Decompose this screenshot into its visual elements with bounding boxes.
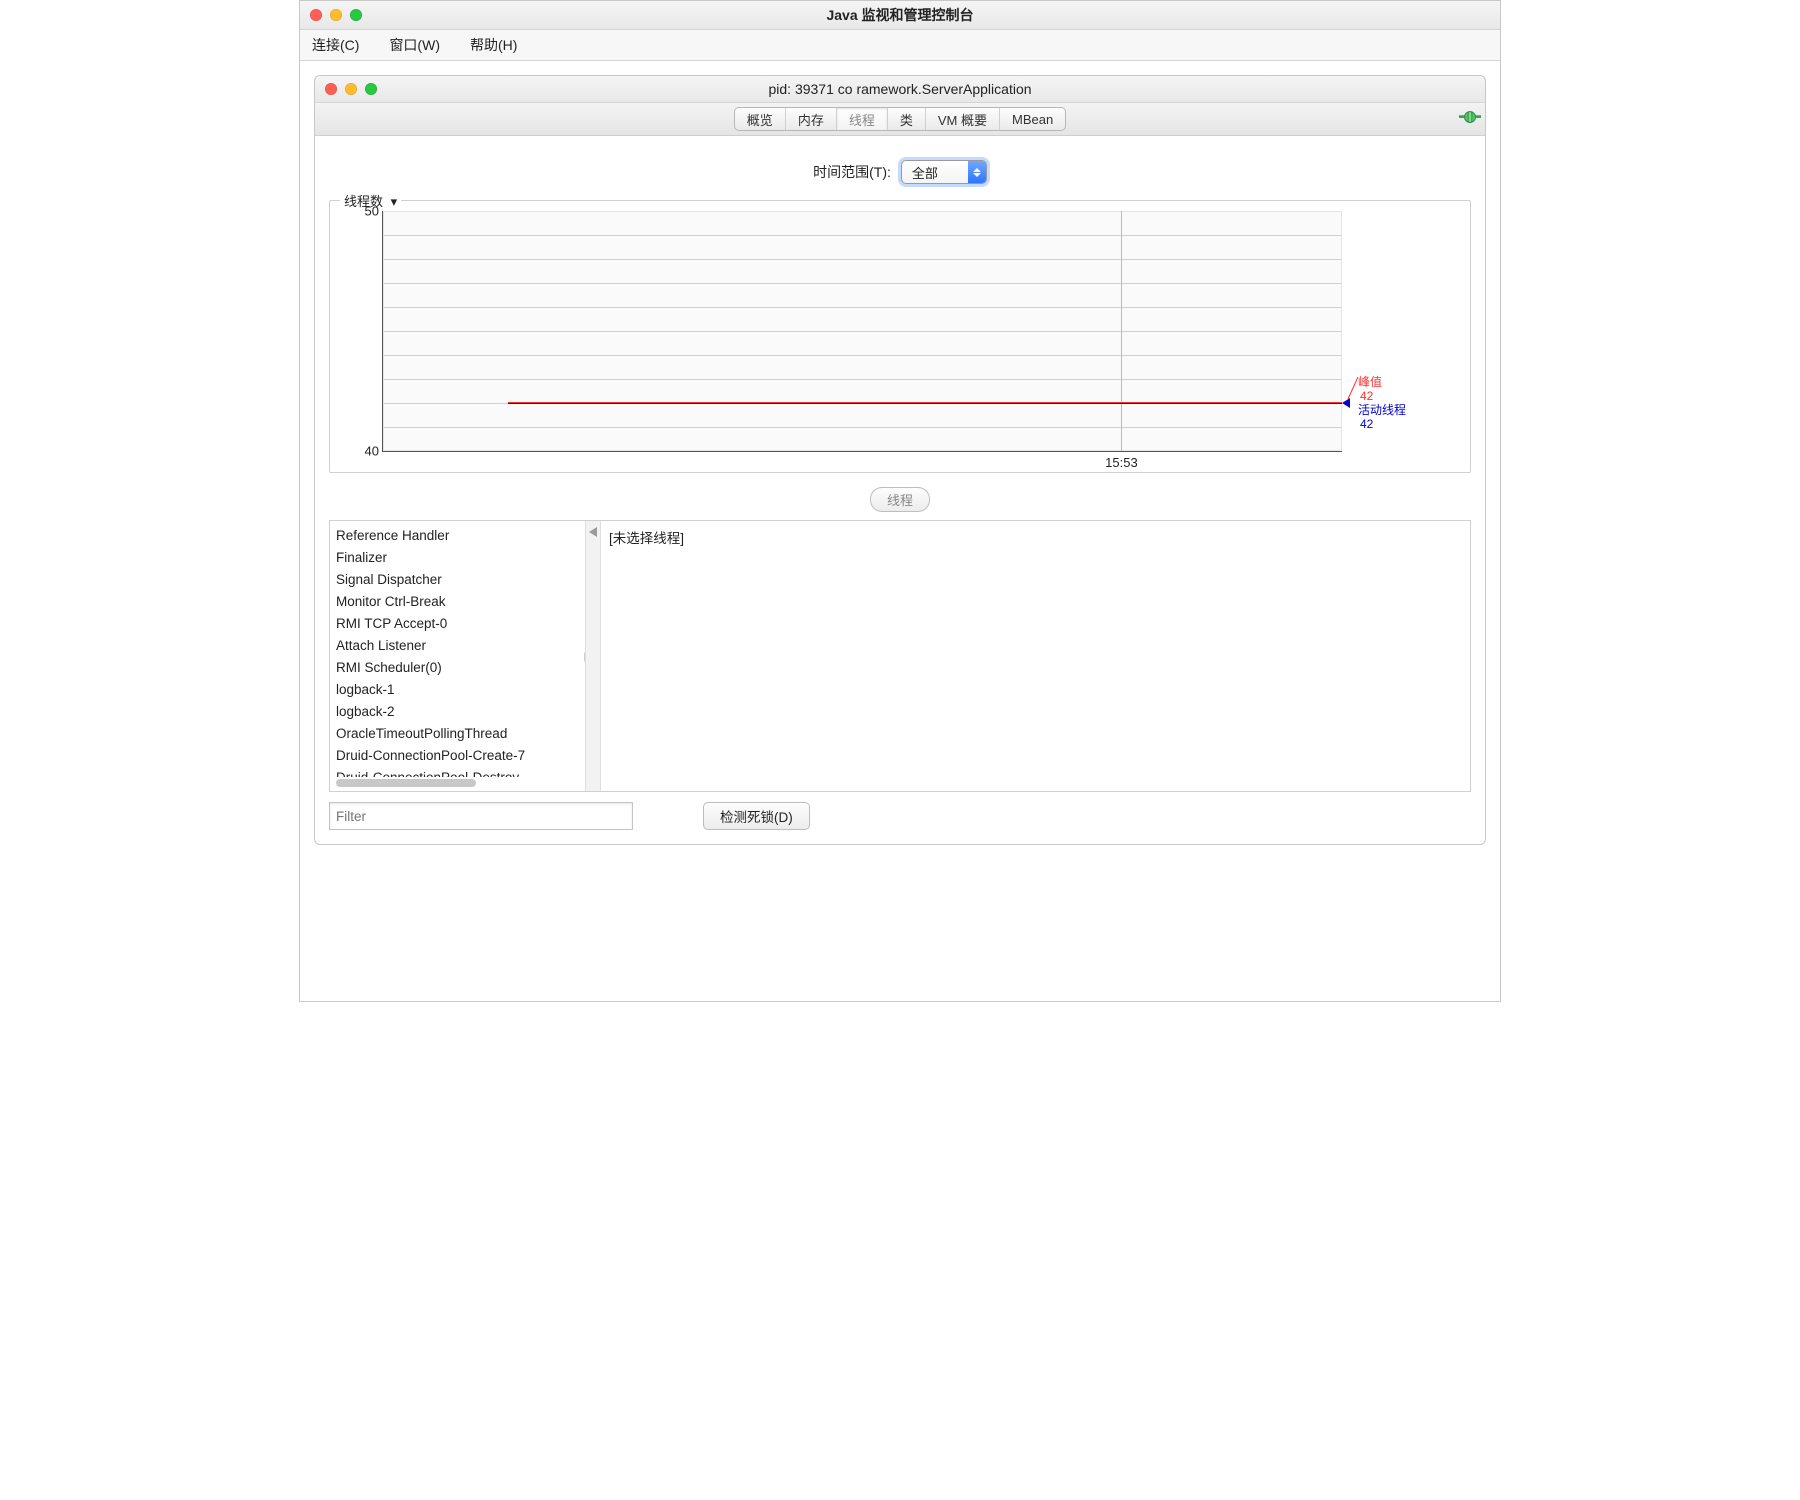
list-item[interactable]: OracleTimeoutPollingThread <box>336 723 579 745</box>
list-item[interactable]: Finalizer <box>336 547 579 569</box>
list-item[interactable]: RMI Scheduler(0) <box>336 657 579 679</box>
menu-window[interactable]: 窗口(W) <box>383 31 446 59</box>
tab-overview[interactable]: 概览 <box>735 108 785 130</box>
threads-list-pane: Reference HandlerFinalizerSignal Dispatc… <box>330 521 586 791</box>
list-item[interactable]: Reference Handler <box>336 525 579 547</box>
list-item[interactable]: RMI TCP Accept-0 <box>336 613 579 635</box>
x-axis-tick: 15:53 <box>1105 455 1138 470</box>
tab-vmsummary[interactable]: VM 概要 <box>925 108 999 130</box>
list-item[interactable]: Attach Listener <box>336 635 579 657</box>
menu-help[interactable]: 帮助(H) <box>464 31 523 59</box>
list-item[interactable]: Druid-ConnectionPool-Destroy- <box>336 767 579 777</box>
time-range-row: 时间范围(T): 全部 <box>329 152 1471 192</box>
filter-input[interactable] <box>329 802 633 830</box>
threads-list[interactable]: Reference HandlerFinalizerSignal Dispatc… <box>330 521 585 777</box>
connection-status-icon <box>1459 109 1481 127</box>
threads-section-label: 线程 <box>870 487 930 512</box>
tab-mbean[interactable]: MBean <box>999 108 1065 130</box>
tab-classes[interactable]: 类 <box>887 108 925 130</box>
thread-detail-pane: [未选择线程] <box>601 521 1470 791</box>
tab-memory[interactable]: 内存 <box>785 108 836 130</box>
split-handle[interactable] <box>586 521 601 791</box>
tabbar: 概览 内存 线程 类 VM 概要 MBean <box>315 103 1485 136</box>
tab-threads[interactable]: 线程 <box>836 108 887 130</box>
chart-area: 405015:53峰值42活动线程42 <box>382 211 1342 452</box>
chart-legend: 峰值42活动线程42 <box>1358 375 1406 431</box>
legend-active-name: 活动线程 <box>1358 403 1406 417</box>
thread-chart: 线程数 ▾ 405015:53峰值42活动线程42 <box>329 200 1471 473</box>
updown-icon <box>968 161 986 183</box>
inner-titlebar: pid: 39371 co ramework.ServerApplication <box>315 76 1485 103</box>
thread-detail-placeholder: [未选择线程] <box>609 527 1462 547</box>
threads-panel: Reference HandlerFinalizerSignal Dispatc… <box>329 520 1471 792</box>
legend-peak-name: 峰值 <box>1358 375 1382 389</box>
inner-window-title: pid: 39371 co ramework.ServerApplication <box>315 81 1485 97</box>
time-range-label: 时间范围(T): <box>813 162 891 182</box>
tabset: 概览 内存 线程 类 VM 概要 MBean <box>734 107 1066 131</box>
window-title: Java 监视和管理控制台 <box>300 5 1500 25</box>
menu-connection[interactable]: 连接(C) <box>306 31 365 59</box>
list-item[interactable]: Signal Dispatcher <box>336 569 579 591</box>
outer-titlebar: Java 监视和管理控制台 <box>300 1 1500 30</box>
app-window: Java 监视和管理控制台 连接(C) 窗口(W) 帮助(H) pid: 393… <box>299 0 1501 1002</box>
list-item[interactable]: logback-2 <box>336 701 579 723</box>
scrollbar-horizontal[interactable] <box>336 777 579 787</box>
time-range-select[interactable]: 全部 <box>901 160 987 184</box>
y-axis-tick: 40 <box>365 444 379 459</box>
chevron-down-icon: ▾ <box>391 194 398 209</box>
legend-peak-value: 42 <box>1360 389 1373 403</box>
current-value-marker <box>1342 398 1350 408</box>
scrollbar-knob[interactable] <box>584 651 585 663</box>
list-item[interactable]: logback-1 <box>336 679 579 701</box>
chart-plot[interactable]: 405015:53峰值42活动线程42 <box>382 211 1342 452</box>
time-range-value: 全部 <box>902 163 968 182</box>
y-axis-tick: 50 <box>365 204 379 219</box>
list-item[interactable]: Druid-ConnectionPool-Create-7 <box>336 745 579 767</box>
legend-active-value: 42 <box>1360 417 1373 431</box>
connection-window: pid: 39371 co ramework.ServerApplication… <box>314 75 1486 845</box>
menubar: 连接(C) 窗口(W) 帮助(H) <box>300 30 1500 61</box>
list-item[interactable]: Monitor Ctrl-Break <box>336 591 579 613</box>
bottom-controls: 检测死锁(D) <box>329 802 1471 830</box>
detect-deadlock-button[interactable]: 检测死锁(D) <box>703 802 810 830</box>
